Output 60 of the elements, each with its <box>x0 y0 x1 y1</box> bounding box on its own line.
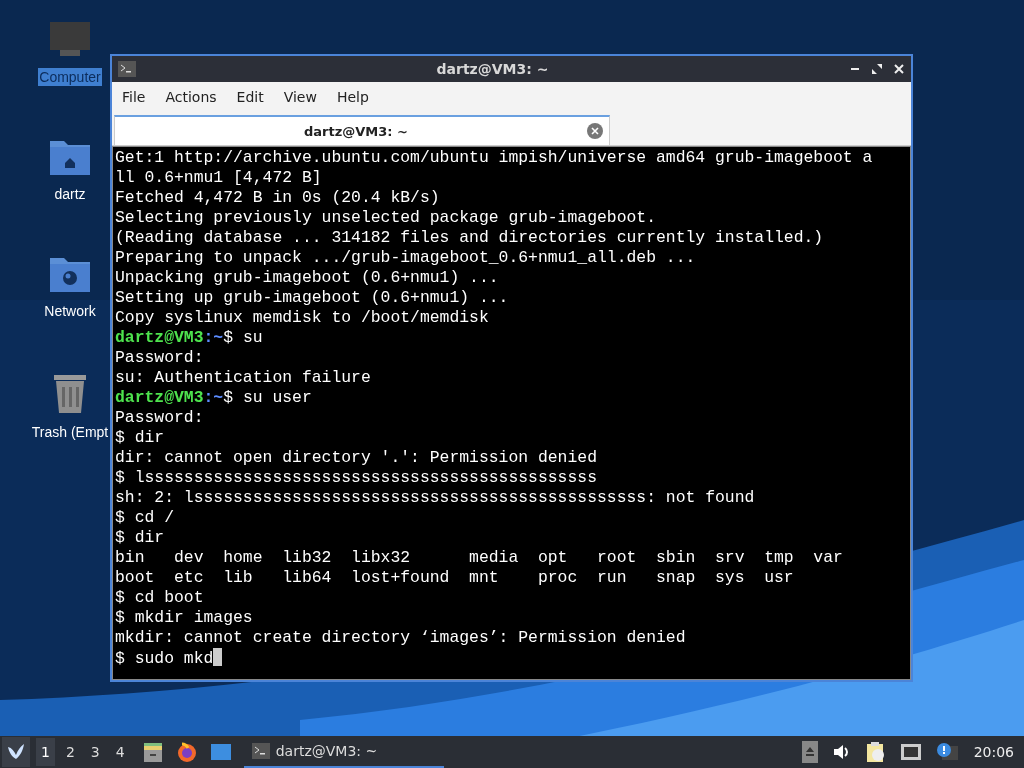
alert-icon[interactable] <box>935 742 958 762</box>
terminal-line: $ mkdir images <box>115 608 253 627</box>
prompt-path: :~ <box>203 328 224 347</box>
prompt-user: dartz@VM3 <box>115 388 204 407</box>
workspace-button[interactable]: 4 <box>110 738 130 766</box>
terminal-line: $ dir <box>115 428 165 447</box>
clock[interactable]: 20:06 <box>963 744 1024 760</box>
terminal-line: Password: <box>115 408 204 427</box>
terminal-line: $ cd / <box>115 508 175 527</box>
terminal-line: Get:1 http://archive.ubuntu.com/ubuntu impish/universe amd64 grub-imageboot a <box>115 148 873 167</box>
clipboard-icon[interactable] <box>865 741 886 763</box>
terminal-line: Preparing to unpack .../grub-imageboot_0.6+nmu1_all.deb ... <box>115 248 696 267</box>
terminal-line: Password: <box>115 348 204 367</box>
terminal-line: bin dev home lib32 libx32 media opt root sbin srv tmp var <box>115 548 843 567</box>
terminal-line: mkdir: cannot create directory ‘images’: Permission denied <box>115 628 686 647</box>
terminal-command: $ su <box>223 328 263 347</box>
terminal-line: dir: cannot open directory '.': Permission denied <box>115 448 597 467</box>
maximize-icon[interactable] <box>871 63 883 75</box>
terminal-line: Copy syslinux memdisk to /boot/memdisk <box>115 308 489 327</box>
menu-item[interactable]: File <box>114 84 154 109</box>
terminal-line: sh: 2: lssssssssssssssssssssssssssssssssssssssssssssss: not found <box>115 488 755 507</box>
terminal-line: $ dir <box>115 528 165 547</box>
terminal-line: $ cd boot <box>115 588 204 607</box>
terminal-line: (Reading database ... 314182 files and directories currently installed.) <box>115 228 824 247</box>
file-cabinet-icon[interactable] <box>141 741 164 763</box>
browser-icon[interactable] <box>175 741 198 763</box>
taskbar-window-button[interactable]: dartz@VM3: ~ <box>243 736 444 768</box>
close-tab-icon[interactable] <box>587 123 603 139</box>
window-icon[interactable] <box>209 742 232 762</box>
terminal-command: $ su user <box>223 388 312 407</box>
prompt-path: :~ <box>203 388 224 407</box>
terminal-line: ll 0.6+nmu1 [4,472 B] <box>115 168 322 187</box>
prompt-user: dartz@VM3 <box>115 328 204 347</box>
terminal-line: $ lssssssssssssssssssssssssssssssssssssssssssssss <box>115 468 597 487</box>
desktop-icon-label[interactable]: dartz <box>53 185 87 203</box>
menu-item[interactable]: Edit <box>228 84 272 109</box>
desktop-icon-label[interactable]: Network <box>43 302 97 320</box>
terminal-line: Setting up grub-imageboot (0.6+nmu1) ... <box>115 288 509 307</box>
workspace-button[interactable]: 1 <box>36 738 55 766</box>
terminal-icon <box>118 61 136 77</box>
menu-item[interactable]: Help <box>328 84 377 109</box>
terminal-tab[interactable]: dartz@VM3: ~ <box>114 115 610 145</box>
terminal-command: $ sudo mkd <box>115 649 214 668</box>
eject-icon[interactable] <box>801 741 818 763</box>
menu-item[interactable]: Actions <box>157 84 225 109</box>
menu-item[interactable]: View <box>275 84 325 109</box>
terminal-line: Fetched 4,472 B in 0s (20.4 kB/s) <box>115 188 440 207</box>
close-icon[interactable] <box>893 63 905 75</box>
terminal-line: boot etc lib lib64 lost+found mnt proc run snap sys usr <box>115 568 794 587</box>
network-wired-icon[interactable] <box>899 743 922 761</box>
terminal-line: Selecting previously unselected package grub-imageboot. <box>115 208 656 227</box>
terminal-icon <box>251 743 270 759</box>
workspace-button[interactable]: 3 <box>85 738 105 766</box>
text-cursor <box>213 648 223 666</box>
terminal-line: Unpacking grub-imageboot (0.6+nmu1) ... <box>115 268 499 287</box>
desktop-icon-label[interactable]: Trash (Empt <box>30 423 110 441</box>
workspace-button[interactable]: 2 <box>60 738 80 766</box>
window-title: dartz@VM3: ~ <box>435 61 550 77</box>
terminal-output[interactable] <box>112 146 911 680</box>
terminal-line: su: Authentication failure <box>115 368 371 387</box>
